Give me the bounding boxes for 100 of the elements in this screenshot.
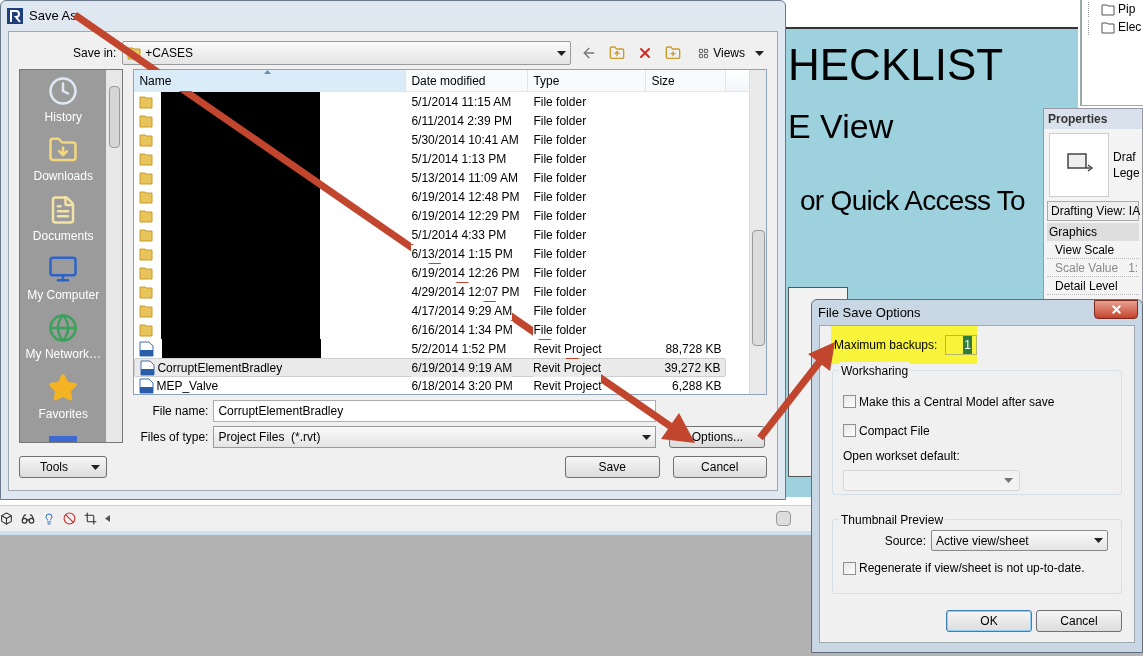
crossed-icon[interactable] [63, 512, 76, 525]
folder-icon [139, 170, 154, 185]
save-button[interactable]: Save [565, 456, 660, 478]
column-header[interactable]: Type [528, 70, 647, 91]
cube-icon[interactable] [0, 512, 13, 525]
file-row[interactable]: MEP_Valve 6/18/2014 3:20 PM Revit Project 6,288 KB [134, 377, 749, 394]
file-row[interactable]: 6/16/2014 1:34 PM File folder [134, 320, 749, 339]
column-header[interactable]: Size [646, 70, 727, 91]
file-row[interactable]: 5/1/2014 1:13 PM File folder [134, 149, 749, 168]
folder-icon [139, 322, 154, 337]
file-name: CorruptElementBradley [157, 359, 283, 377]
scroll-left-icon[interactable] [105, 515, 110, 522]
file-row[interactable]: 6/19/2014 12:26 PM File folder [134, 263, 749, 282]
backups-field[interactable]: 1 [945, 335, 977, 355]
file-row[interactable]: 6/13/2014 1:15 PM File folder [134, 244, 749, 263]
file-row[interactable]: 6/19/2014 12:48 PM File folder [134, 187, 749, 206]
file-type: Revit Project [533, 339, 602, 358]
property-value: 1: [1128, 259, 1139, 277]
globe-icon [48, 313, 79, 344]
column-header[interactable]: Name [134, 70, 407, 91]
field-label: Source: [883, 532, 927, 550]
app-logo-icon [7, 8, 23, 24]
caret-icon [755, 50, 764, 56]
checkbox[interactable] [843, 395, 856, 408]
file-icon [139, 340, 155, 357]
close-button[interactable] [1094, 300, 1138, 319]
type-name: Draf [1113, 149, 1137, 165]
save-in-dropdown[interactable]: +CASES [122, 41, 572, 65]
caret-icon [1094, 538, 1103, 543]
caret-icon [1004, 478, 1013, 483]
tree-item[interactable]: Elec [1118, 20, 1142, 35]
folder-icon [139, 113, 154, 128]
caret-icon [557, 50, 567, 56]
file-row[interactable]: 5/1/2014 11:15 AM File folder [134, 92, 749, 111]
type-selector[interactable]: Drafting View: IA [1047, 201, 1139, 221]
new-folder-icon[interactable] [665, 45, 682, 61]
bulb-icon[interactable] [43, 512, 55, 525]
file-row[interactable]: 5/2/2014 1:52 PM Revit Project 88,728 KB [134, 339, 749, 358]
cancel-button[interactable]: Cancel [672, 456, 767, 478]
glasses-icon[interactable] [21, 511, 35, 526]
tree-item[interactable]: Pip [1118, 2, 1136, 17]
group-title: Worksharing [839, 362, 911, 380]
file-row[interactable]: 4/29/2014 12:07 PM File folder [134, 282, 749, 301]
folder-outline-icon [1101, 21, 1115, 34]
crop-icon[interactable] [84, 512, 97, 525]
file-row[interactable]: CorruptElementBradley 6/19/2014 9:19 AM Revit Project 39,272 KB [134, 358, 727, 377]
file-row[interactable]: 5/1/2014 4:33 PM File folder [134, 225, 749, 244]
checkbox-label: Regenerate if view/sheet is not up-to-date. [859, 560, 1085, 577]
caret-icon [642, 434, 652, 440]
folder-icon [139, 208, 154, 223]
scroll-thumb[interactable] [776, 511, 791, 526]
ok-button[interactable]: OK [946, 610, 1032, 632]
star-icon [48, 372, 79, 403]
file-date: 6/13/2014 1:15 PM [411, 244, 513, 263]
monitor-icon [48, 254, 79, 285]
property-label: View Scale [1055, 241, 1115, 259]
file-row[interactable]: 6/11/2014 2:39 PM File folder [134, 111, 749, 130]
close-icon [1109, 303, 1123, 316]
file-icon [140, 359, 156, 376]
folder-icon [139, 189, 154, 204]
file-type: Revit Project [533, 377, 602, 394]
file-date: 4/29/2014 12:07 PM [411, 282, 520, 301]
field-label: Open workset default: [843, 448, 961, 465]
folder-icon [139, 227, 154, 242]
sort-icon [264, 70, 272, 74]
place-icon [49, 436, 78, 442]
file-row[interactable]: 4/17/2014 9:29 AM File folder [134, 301, 749, 320]
checkbox-label: Make this a Central Model after save [859, 393, 1055, 411]
column-header[interactable]: Date modified [406, 70, 529, 91]
folder-icon [139, 132, 154, 147]
file-date: 6/19/2014 12:26 PM [411, 263, 520, 282]
field-label: Files of type: [139, 429, 210, 446]
file-name-field[interactable]: CorruptElementBradley [213, 400, 657, 422]
folder-outline-icon [1101, 3, 1115, 16]
property-label: Detail Level [1055, 277, 1118, 295]
file-name: MEP_Valve [156, 378, 219, 394]
file-row[interactable]: 6/19/2014 12:29 PM File folder [134, 206, 749, 225]
checkbox[interactable] [843, 424, 856, 437]
file-type: Revit Project [533, 358, 602, 377]
folder-icon [139, 151, 154, 166]
tools-button[interactable]: Tools [19, 456, 107, 478]
cancel-button[interactable]: Cancel [1036, 610, 1122, 632]
slide-text: or Quick Access To [800, 187, 1025, 215]
folder-icon [139, 246, 154, 261]
file-row[interactable]: 5/13/2014 11:09 AM File folder [134, 168, 749, 187]
views-menu[interactable]: Views [695, 44, 767, 62]
field-label: Save in: [71, 45, 118, 62]
scrollbar[interactable] [749, 70, 766, 394]
source-dropdown[interactable]: Active view/sheet [931, 530, 1108, 551]
grid-icon [698, 47, 710, 59]
folder-up-icon[interactable] [609, 45, 626, 61]
field-label: File name: [151, 403, 210, 420]
slide-text: HECKLIST [788, 43, 1004, 87]
property-label: Scale Value [1055, 259, 1119, 277]
file-type-dropdown[interactable]: Project Files (*.rvt) [213, 426, 657, 448]
file-size: 6,288 KB [671, 378, 723, 394]
file-size: 39,272 KB [663, 359, 722, 377]
scrollbar[interactable] [106, 70, 123, 442]
file-row[interactable]: 5/30/2014 10:41 AM File folder [134, 130, 749, 149]
checkbox[interactable] [843, 561, 856, 575]
